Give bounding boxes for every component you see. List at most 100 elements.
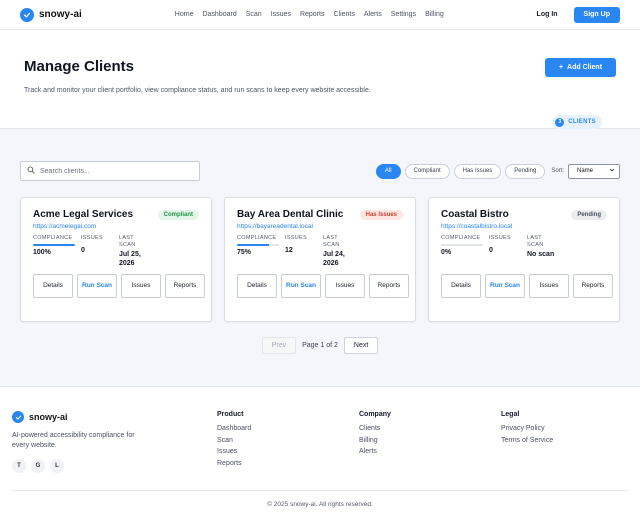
compliance-value: 100% xyxy=(33,248,51,256)
search-box[interactable] xyxy=(20,161,200,181)
footer-column-title: Company xyxy=(359,411,391,418)
issues-value: 12 xyxy=(285,246,293,254)
run-scan-button[interactable]: Run Scan xyxy=(77,274,117,298)
sort-value: Name xyxy=(577,168,594,174)
issues-label: ISSUES xyxy=(285,235,307,241)
compliance-bar-fill xyxy=(33,243,75,246)
page-header: Manage Clients Track and monitor your cl… xyxy=(0,30,640,129)
reports-button[interactable]: Reports xyxy=(165,274,205,298)
nav-link-dashboard[interactable]: Dashboard xyxy=(202,11,236,18)
compliance-label: COMPLIANCE xyxy=(33,235,73,241)
signup-button[interactable]: Sign Up xyxy=(573,6,620,23)
nav-link-alerts[interactable]: Alerts xyxy=(364,11,382,18)
run-scan-button[interactable]: Run Scan xyxy=(485,274,525,298)
add-client-label: Add Client xyxy=(567,64,603,71)
details-button[interactable]: Details xyxy=(441,274,481,298)
social-link-t[interactable]: T xyxy=(12,459,26,474)
nav-actions: Log In Sign Up xyxy=(529,6,620,23)
issues-value: 0 xyxy=(81,246,85,254)
client-stats: COMPLIANCE 100% ISSUES 0 LAST SCAN Jul 2… xyxy=(33,235,199,268)
client-card: Acme Legal Services Compliant https://ac… xyxy=(20,197,212,322)
last-scan-value: Jul 25, 2026 xyxy=(119,251,141,268)
compliance-value: 75% xyxy=(237,248,252,256)
footer-link[interactable]: Privacy Policy xyxy=(501,425,553,433)
nav-link-billing[interactable]: Billing xyxy=(425,11,444,18)
last-scan-value: Jul 24, 2026 xyxy=(323,251,345,268)
brand-name: snowy-ai xyxy=(39,9,82,20)
client-cards: Acme Legal Services Compliant https://ac… xyxy=(20,197,620,322)
nav-link-reports[interactable]: Reports xyxy=(300,11,325,18)
status-badge: Pending xyxy=(571,209,607,220)
brand[interactable]: snowy-ai xyxy=(20,7,82,22)
search-icon xyxy=(27,166,35,176)
issues-button[interactable]: Issues xyxy=(529,274,569,298)
footer-link[interactable]: Scan xyxy=(217,437,251,445)
footer: snowy-ai AI-powered accessibility compli… xyxy=(0,386,640,519)
footer-column-title: Legal xyxy=(501,411,520,418)
reports-button[interactable]: Reports xyxy=(573,274,613,298)
reports-button[interactable]: Reports xyxy=(369,274,409,298)
footer-column-company: Company Clients Billing Alerts xyxy=(359,411,391,460)
sort-select[interactable]: Name xyxy=(568,163,620,179)
clients-count-label: CLIENTS xyxy=(568,119,596,125)
nav-link-issues[interactable]: Issues xyxy=(271,11,291,18)
clients-section: All Compliant Has Issues Pending Sort: N… xyxy=(0,129,640,386)
details-button[interactable]: Details xyxy=(237,274,277,298)
client-card: Coastal Bistro Pending https://coastalbi… xyxy=(428,197,620,322)
card-actions: Details Run Scan Issues Reports xyxy=(237,274,409,298)
footer-link[interactable]: Reports xyxy=(217,460,251,468)
login-button[interactable]: Log In xyxy=(529,7,566,22)
clients-count-badge: 3 CLIENTS xyxy=(552,115,602,129)
client-card: Bay Area Dental Clinic Has Issues https:… xyxy=(224,197,416,322)
last-scan-value: No scan xyxy=(527,251,555,259)
issues-button[interactable]: Issues xyxy=(325,274,365,298)
social-link-g[interactable]: G xyxy=(31,459,45,474)
footer-link[interactable]: Alerts xyxy=(359,448,391,456)
nav-link-settings[interactable]: Settings xyxy=(391,11,416,18)
client-url[interactable]: https://bayareadental.local xyxy=(237,223,403,230)
client-url[interactable]: https://coastalbistro.local xyxy=(441,223,607,230)
plus-icon: + xyxy=(558,64,564,71)
nav-links: Home Dashboard Scan Issues Reports Clien… xyxy=(175,11,444,18)
check-badge-icon xyxy=(20,7,34,22)
last-scan-label: LAST SCAN xyxy=(527,235,544,248)
issues-value: 0 xyxy=(489,246,493,254)
add-client-button[interactable]: + Add Client xyxy=(545,58,616,77)
card-actions: Details Run Scan Issues Reports xyxy=(441,274,613,298)
page-title: Manage Clients xyxy=(24,58,135,75)
search-input[interactable] xyxy=(40,167,180,175)
run-scan-button[interactable]: Run Scan xyxy=(281,274,321,298)
card-actions: Details Run Scan Issues Reports xyxy=(33,274,205,298)
nav-link-clients[interactable]: Clients xyxy=(333,11,354,18)
footer-description: AI-powered accessibility compliance for … xyxy=(12,432,135,450)
footer-link[interactable]: Clients xyxy=(359,425,391,433)
issues-label: ISSUES xyxy=(81,235,103,241)
footer-link[interactable]: Dashboard xyxy=(217,425,251,433)
chevron-down-icon xyxy=(609,167,615,175)
nav-link-scan[interactable]: Scan xyxy=(246,11,262,18)
compliance-bar xyxy=(33,243,75,246)
compliance-bar xyxy=(441,243,483,246)
filter-all[interactable]: All xyxy=(375,163,401,179)
client-url[interactable]: https://acmelegal.com xyxy=(33,223,199,230)
next-page-button[interactable]: Next xyxy=(343,337,379,354)
footer-link[interactable]: Issues xyxy=(217,448,251,456)
issues-button[interactable]: Issues xyxy=(121,274,161,298)
pagination: Prev Page 1 of 2 Next xyxy=(0,337,640,354)
footer-link[interactable]: Terms of Service xyxy=(501,437,553,445)
filter-pending[interactable]: Pending xyxy=(505,163,546,179)
footer-column-product: Product Dashboard Scan Issues Reports xyxy=(217,411,251,472)
details-button[interactable]: Details xyxy=(33,274,73,298)
social-links: T G L xyxy=(12,459,628,474)
filter-compliant[interactable]: Compliant xyxy=(404,163,450,179)
client-stats: COMPLIANCE 75% ISSUES 12 LAST SCAN Jul 2… xyxy=(237,235,403,268)
prev-page-button[interactable]: Prev xyxy=(261,337,297,354)
nav-link-home[interactable]: Home xyxy=(175,11,194,18)
footer-divider xyxy=(12,490,628,491)
clients-toolbar: All Compliant Has Issues Pending Sort: N… xyxy=(20,161,620,181)
social-link-l[interactable]: L xyxy=(50,459,64,474)
footer-brand-name: snowy-ai xyxy=(29,412,68,422)
footer-link[interactable]: Billing xyxy=(359,437,391,445)
filter-has-issues[interactable]: Has Issues xyxy=(453,163,502,179)
filter-group: All Compliant Has Issues Pending Sort: N… xyxy=(375,163,620,179)
